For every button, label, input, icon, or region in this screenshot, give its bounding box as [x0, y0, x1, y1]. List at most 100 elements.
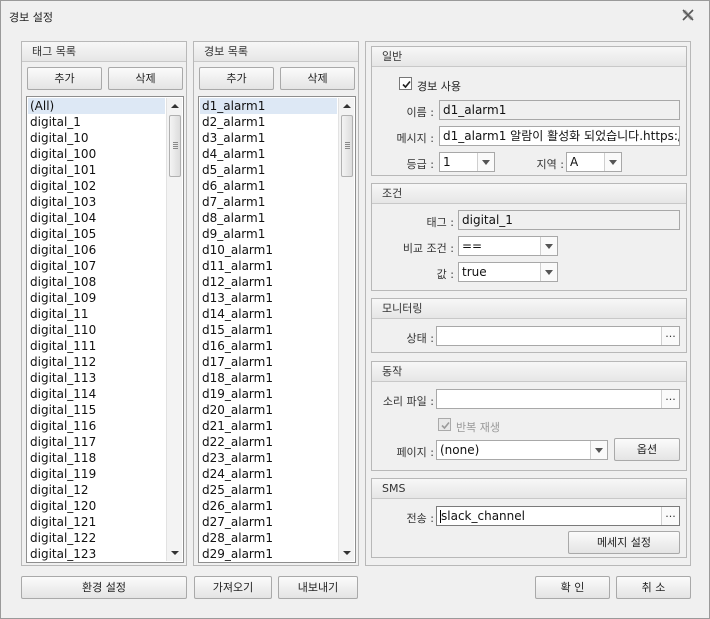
chevron-down-icon[interactable]: [540, 237, 557, 255]
enable-alarm-checkbox[interactable]: [399, 77, 412, 90]
alarm-listbox[interactable]: d1_alarm1 d2_alarm1 d3_alarm1 d4_alarm1 d5_a…: [198, 96, 356, 563]
list-item[interactable]: digital_122: [28, 530, 165, 546]
sound-browse-button[interactable]: ...: [661, 390, 679, 408]
send-field[interactable]: slack_channel ...: [436, 506, 680, 526]
chevron-down-icon[interactable]: [590, 441, 607, 459]
list-item[interactable]: digital_114: [28, 386, 165, 402]
list-item[interactable]: d4_alarm1: [200, 146, 337, 162]
repeat-play-checkbox[interactable]: [438, 418, 451, 431]
chevron-down-icon[interactable]: [604, 153, 621, 171]
list-item[interactable]: (All): [28, 98, 165, 114]
message-field[interactable]: d1_alarm1 알람이 활성화 되었습니다.https://fo: [439, 126, 680, 146]
list-item[interactable]: d19_alarm1: [200, 386, 337, 402]
value-select[interactable]: true: [458, 262, 558, 282]
list-item[interactable]: d29_alarm1: [200, 546, 337, 562]
scroll-thumb[interactable]: [341, 115, 353, 177]
list-item[interactable]: digital_120: [28, 498, 165, 514]
list-item[interactable]: d16_alarm1: [200, 338, 337, 354]
import-button[interactable]: 가져오기: [194, 576, 272, 599]
list-item[interactable]: digital_100: [28, 146, 165, 162]
alarm-list-scrollbar[interactable]: [338, 98, 354, 561]
chevron-down-icon[interactable]: [540, 263, 557, 281]
scroll-down-arrow-icon[interactable]: [167, 545, 183, 561]
list-item[interactable]: digital_110: [28, 322, 165, 338]
tag-listbox[interactable]: (All) digital_1 digital_10 digital_100 digit…: [26, 96, 184, 563]
compare-select[interactable]: ==: [458, 236, 558, 256]
list-item[interactable]: d13_alarm1: [200, 290, 337, 306]
list-item[interactable]: digital_107: [28, 258, 165, 274]
tag-list-scrollbar[interactable]: [166, 98, 182, 561]
name-field[interactable]: d1_alarm1: [439, 100, 680, 120]
list-item[interactable]: d6_alarm1: [200, 178, 337, 194]
list-item[interactable]: d12_alarm1: [200, 274, 337, 290]
list-item[interactable]: d11_alarm1: [200, 258, 337, 274]
list-item[interactable]: digital_116: [28, 418, 165, 434]
status-browse-button[interactable]: ...: [661, 327, 679, 345]
list-item[interactable]: d2_alarm1: [200, 114, 337, 130]
grade-select[interactable]: 1: [439, 152, 495, 172]
list-item[interactable]: digital_121: [28, 514, 165, 530]
list-item[interactable]: digital_105: [28, 226, 165, 242]
chevron-down-icon[interactable]: [477, 153, 494, 171]
list-item[interactable]: digital_104: [28, 210, 165, 226]
list-item[interactable]: d23_alarm1: [200, 450, 337, 466]
ok-button[interactable]: 확 인: [535, 576, 610, 599]
list-item[interactable]: digital_119: [28, 466, 165, 482]
list-item[interactable]: d27_alarm1: [200, 514, 337, 530]
list-item[interactable]: digital_123: [28, 546, 165, 562]
environment-settings-button[interactable]: 환경 설정: [21, 576, 187, 599]
list-item[interactable]: d14_alarm1: [200, 306, 337, 322]
region-select[interactable]: A: [566, 152, 622, 172]
list-item[interactable]: d9_alarm1: [200, 226, 337, 242]
list-item[interactable]: d28_alarm1: [200, 530, 337, 546]
scroll-thumb[interactable]: [169, 115, 181, 177]
list-item[interactable]: d22_alarm1: [200, 434, 337, 450]
list-item[interactable]: digital_108: [28, 274, 165, 290]
sound-file-field[interactable]: ...: [436, 389, 680, 409]
list-item[interactable]: d17_alarm1: [200, 354, 337, 370]
list-item[interactable]: d1_alarm1: [200, 98, 337, 114]
list-item[interactable]: digital_111: [28, 338, 165, 354]
message-settings-button[interactable]: 메세지 설정: [568, 531, 680, 554]
list-item[interactable]: digital_103: [28, 194, 165, 210]
condition-tag-field[interactable]: digital_1: [458, 210, 680, 230]
list-item[interactable]: d25_alarm1: [200, 482, 337, 498]
list-item[interactable]: d24_alarm1: [200, 466, 337, 482]
list-item[interactable]: d7_alarm1: [200, 194, 337, 210]
scroll-up-arrow-icon[interactable]: [167, 98, 183, 114]
list-item[interactable]: digital_106: [28, 242, 165, 258]
list-item[interactable]: digital_10: [28, 130, 165, 146]
close-icon[interactable]: [681, 8, 697, 24]
list-item[interactable]: digital_1: [28, 114, 165, 130]
tag-delete-button[interactable]: 삭제: [108, 67, 183, 90]
scroll-up-arrow-icon[interactable]: [339, 98, 355, 114]
list-item[interactable]: digital_102: [28, 178, 165, 194]
list-item[interactable]: digital_118: [28, 450, 165, 466]
export-button[interactable]: 내보내기: [278, 576, 358, 599]
scroll-down-arrow-icon[interactable]: [339, 545, 355, 561]
list-item[interactable]: digital_109: [28, 290, 165, 306]
status-field[interactable]: ...: [436, 326, 680, 346]
list-item[interactable]: d3_alarm1: [200, 130, 337, 146]
alarm-add-button[interactable]: 추가: [199, 67, 274, 90]
list-item[interactable]: d20_alarm1: [200, 402, 337, 418]
list-item[interactable]: d8_alarm1: [200, 210, 337, 226]
list-item[interactable]: digital_115: [28, 402, 165, 418]
list-item[interactable]: digital_117: [28, 434, 165, 450]
list-item[interactable]: d10_alarm1: [200, 242, 337, 258]
list-item[interactable]: d5_alarm1: [200, 162, 337, 178]
alarm-delete-button[interactable]: 삭제: [280, 67, 355, 90]
list-item[interactable]: d18_alarm1: [200, 370, 337, 386]
page-select[interactable]: (none): [436, 440, 608, 460]
list-item[interactable]: digital_11: [28, 306, 165, 322]
send-browse-button[interactable]: ...: [661, 507, 679, 525]
list-item[interactable]: digital_101: [28, 162, 165, 178]
list-item[interactable]: digital_12: [28, 482, 165, 498]
list-item[interactable]: d21_alarm1: [200, 418, 337, 434]
list-item[interactable]: d15_alarm1: [200, 322, 337, 338]
tag-add-button[interactable]: 추가: [27, 67, 102, 90]
list-item[interactable]: digital_113: [28, 370, 165, 386]
cancel-button[interactable]: 취 소: [616, 576, 691, 599]
list-item[interactable]: digital_112: [28, 354, 165, 370]
option-button[interactable]: 옵션: [614, 438, 680, 461]
